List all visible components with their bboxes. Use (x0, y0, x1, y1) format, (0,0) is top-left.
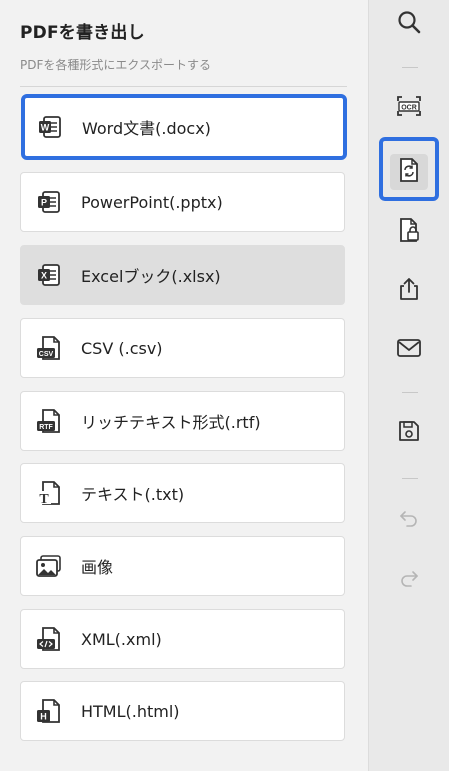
search-icon (396, 9, 422, 39)
format-item-xml[interactable]: XML(.xml) (20, 609, 345, 669)
share-icon (396, 276, 422, 306)
format-label: 画像 (81, 558, 114, 577)
csv-icon: CSV (34, 333, 64, 363)
excel-icon: X (34, 260, 64, 290)
format-item-text[interactable]: T テキスト(.txt) (20, 463, 345, 523)
save-button[interactable] (389, 413, 429, 453)
search-button[interactable] (389, 4, 429, 44)
svg-text:P: P (41, 198, 47, 208)
share-button[interactable] (389, 271, 429, 311)
text-icon: T (34, 478, 64, 508)
ocr-label: OCR (401, 105, 417, 112)
mail-button[interactable] (389, 330, 429, 370)
panel-title: PDFを書き出し (20, 23, 145, 43)
redo-icon (398, 567, 420, 593)
divider (20, 86, 347, 87)
format-label: CSV (.csv) (81, 338, 163, 358)
protect-button[interactable] (389, 212, 429, 252)
convert-button[interactable] (379, 137, 439, 201)
svg-text:CSV: CSV (39, 351, 54, 358)
svg-text:W: W (41, 123, 50, 133)
format-item-excel[interactable]: X Excelブック(.xlsx) (20, 245, 345, 305)
xml-icon (34, 624, 64, 654)
format-label: Excelブック(.xlsx) (81, 267, 221, 286)
rtf-icon: RTF (34, 406, 64, 436)
convert-active-bg (390, 154, 428, 190)
format-item-powerpoint[interactable]: P PowerPoint(.pptx) (20, 172, 345, 232)
convert-icon (397, 157, 421, 187)
undo-button[interactable] (389, 500, 429, 540)
lock-document-icon (396, 216, 422, 248)
format-item-csv[interactable]: CSV CSV (.csv) (20, 318, 345, 378)
svg-text:H: H (40, 712, 47, 722)
svg-text:RTF: RTF (39, 424, 53, 431)
ocr-icon: OCR (395, 92, 423, 124)
format-label: XML(.xml) (81, 629, 162, 649)
format-label: HTML(.html) (81, 701, 180, 721)
right-toolbar: OCR (368, 0, 449, 771)
word-icon: W (35, 112, 65, 142)
format-item-html[interactable]: H HTML(.html) (20, 681, 345, 741)
export-panel: PDFを書き出し PDFを各種形式にエクスポートする W Word文書(.doc… (0, 0, 368, 771)
format-label: リッチテキスト形式(.rtf) (81, 413, 261, 432)
format-item-rtf[interactable]: RTF リッチテキスト形式(.rtf) (20, 391, 345, 451)
format-label: Word文書(.docx) (82, 119, 211, 138)
format-item-word[interactable]: W Word文書(.docx) (21, 94, 347, 160)
mail-icon (396, 337, 422, 363)
toolbar-separator (402, 392, 418, 393)
format-label: テキスト(.txt) (81, 485, 185, 504)
powerpoint-icon: P (34, 187, 64, 217)
redo-button[interactable] (389, 560, 429, 600)
ocr-button[interactable]: OCR (389, 88, 429, 128)
save-icon (397, 419, 421, 447)
svg-text:T: T (39, 492, 49, 507)
toolbar-separator (402, 67, 418, 68)
toolbar-separator (402, 478, 418, 479)
undo-icon (398, 507, 420, 533)
svg-text:X: X (41, 271, 47, 281)
panel-subtitle: PDFを各種形式にエクスポートする (20, 58, 212, 72)
format-item-image[interactable]: 画像 (20, 536, 345, 596)
format-label: PowerPoint(.pptx) (81, 192, 223, 212)
html-icon: H (34, 696, 64, 726)
image-icon (34, 551, 64, 581)
